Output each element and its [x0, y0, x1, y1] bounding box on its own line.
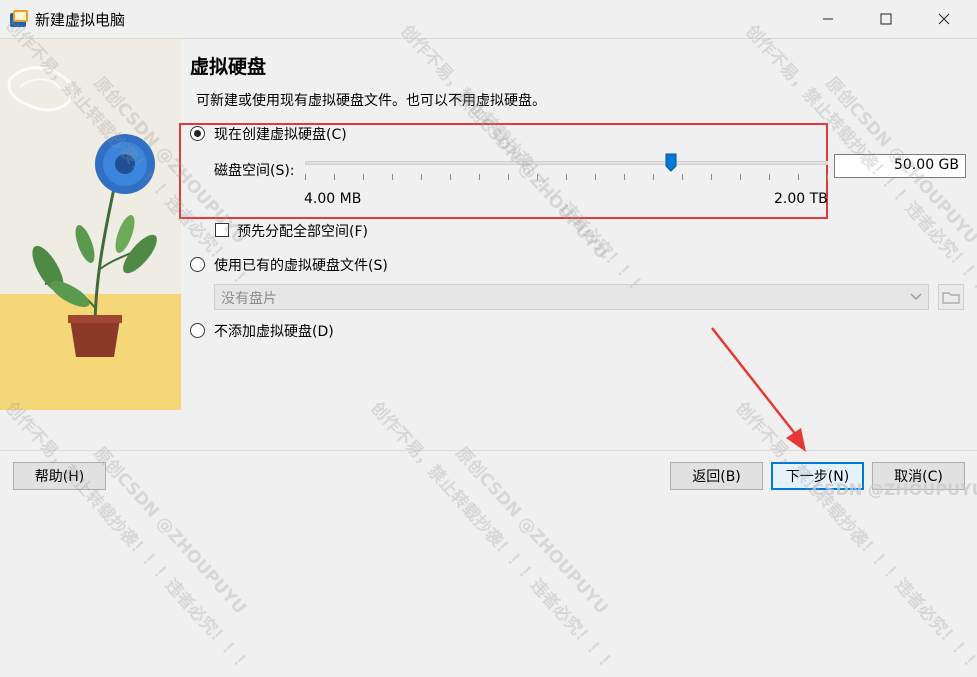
page-heading: 虚拟硬盘 [190, 56, 267, 78]
preallocate-label[interactable]: 预先分配全部空间(F) [237, 221, 368, 241]
disk-size-max-label: 2.00 TB [774, 191, 828, 207]
slider-tick [334, 174, 335, 180]
slider-tick [508, 174, 509, 180]
wizard-illustration [0, 39, 181, 410]
slider-tick [421, 174, 422, 180]
page-subtitle: 可新建或使用现有虚拟硬盘文件。也可以不用虚拟硬盘。 [196, 93, 546, 109]
slider-tick [479, 174, 480, 180]
slider-tick [827, 174, 828, 180]
disk-size-slider-ticks [305, 174, 828, 180]
disk-size-min-label: 4.00 MB [304, 191, 362, 207]
folder-icon [942, 292, 960, 304]
slider-tick [711, 174, 712, 180]
slider-tick [769, 174, 770, 180]
existing-disk-select[interactable]: 没有盘片 [214, 284, 929, 310]
window-title: 新建虚拟电脑 [35, 11, 126, 29]
disk-size-label: 磁盘空间(S): [214, 163, 295, 179]
back-button[interactable]: 返回(B) [670, 462, 763, 490]
slider-tick [363, 174, 364, 180]
maximize-icon [880, 13, 892, 25]
radio-use-existing[interactable] [190, 257, 205, 272]
slider-tick [653, 174, 654, 180]
radio-no-disk-label[interactable]: 不添加虚拟硬盘(D) [214, 321, 334, 341]
minimize-button[interactable] [800, 0, 856, 38]
slider-tick [450, 174, 451, 180]
next-button[interactable]: 下一步(N) [771, 462, 864, 490]
virtualbox-app-icon [10, 10, 28, 27]
radio-create-new-label[interactable]: 现在创建虚拟硬盘(C) [214, 124, 347, 144]
minimize-icon [823, 18, 833, 20]
help-button[interactable]: 帮助(H) [13, 462, 106, 490]
existing-disk-select-value: 没有盘片 [221, 291, 277, 307]
close-icon [938, 13, 950, 25]
disk-size-slider-track[interactable] [305, 161, 828, 165]
close-button[interactable] [916, 0, 972, 38]
slider-tick [305, 174, 306, 180]
radio-use-existing-label[interactable]: 使用已有的虚拟硬盘文件(S) [214, 255, 388, 275]
slider-tick [595, 174, 596, 180]
watermark: 创作不易，禁止转载抄袭！！！违者必究！！！ [1, 398, 256, 677]
disk-size-input[interactable]: 50.00 GB [834, 154, 966, 178]
maximize-button[interactable] [858, 0, 914, 38]
watermark: 创作不易，禁止转载抄袭！！！违者必究！！！ [731, 398, 977, 677]
preallocate-checkbox[interactable] [215, 223, 229, 237]
disk-size-slider-thumb[interactable] [665, 153, 677, 172]
cancel-button[interactable]: 取消(C) [872, 462, 965, 490]
flower-pot-illustration [0, 39, 181, 410]
watermark: 创作不易，禁止转载抄袭！！！违者必究！！！ [366, 398, 621, 677]
title-bar: 新建虚拟电脑 [0, 0, 977, 39]
choose-disk-file-button[interactable] [938, 284, 964, 310]
slider-tick [682, 174, 683, 180]
slider-tick [537, 174, 538, 180]
chevron-down-icon [910, 293, 922, 301]
radio-create-new[interactable] [190, 126, 205, 141]
slider-tick [740, 174, 741, 180]
slider-tick [392, 174, 393, 180]
radio-no-disk[interactable] [190, 323, 205, 338]
slider-tick [624, 174, 625, 180]
slider-tick [798, 174, 799, 180]
slider-tick [566, 174, 567, 180]
